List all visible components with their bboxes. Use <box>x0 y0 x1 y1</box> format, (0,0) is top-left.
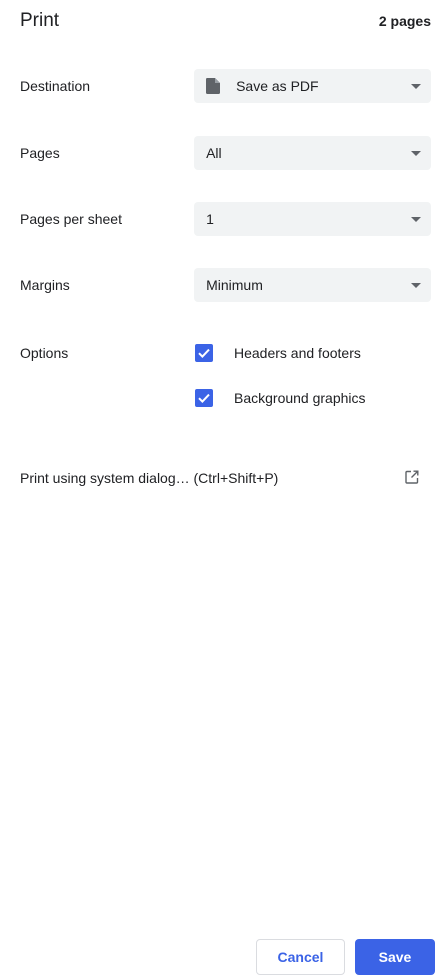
headers-footers-checkbox[interactable] <box>195 344 213 362</box>
pages-value: All <box>206 145 222 161</box>
cancel-button[interactable]: Cancel <box>256 939 345 975</box>
page-count: 2 pages <box>378 13 431 29</box>
chevron-down-icon <box>411 84 421 89</box>
options-checkboxes: Headers and footers Background graphics <box>195 341 366 410</box>
background-graphics-label: Background graphics <box>234 390 366 406</box>
chevron-down-icon <box>411 151 421 156</box>
file-icon <box>206 78 221 94</box>
open-in-new-icon <box>405 470 419 487</box>
margins-value: Minimum <box>206 277 263 293</box>
save-button[interactable]: Save <box>355 939 435 975</box>
destination-row: Destination Save as PDF <box>20 69 431 103</box>
print-header: Print 2 pages <box>20 8 431 34</box>
margins-select[interactable]: Minimum <box>194 268 431 302</box>
headers-footers-label: Headers and footers <box>234 345 361 361</box>
dialog-footer: Cancel Save <box>256 939 435 975</box>
margins-row: Margins Minimum <box>20 268 431 302</box>
system-dialog-label: Print using system dialog… (Ctrl+Shift+P… <box>20 470 279 486</box>
check-icon <box>198 393 210 404</box>
destination-label: Destination <box>20 78 91 94</box>
background-graphics-option[interactable]: Background graphics <box>195 386 366 410</box>
options-label: Options <box>20 345 69 361</box>
destination-value: Save as PDF <box>236 78 319 94</box>
page-title: Print <box>20 10 60 31</box>
chevron-down-icon <box>411 283 421 288</box>
check-icon <box>198 348 210 359</box>
margins-label: Margins <box>20 277 70 293</box>
pages-per-sheet-value: 1 <box>206 211 214 227</box>
headers-footers-option[interactable]: Headers and footers <box>195 341 366 365</box>
pages-row: Pages All <box>20 136 431 170</box>
system-dialog-link[interactable]: Print using system dialog… (Ctrl+Shift+P… <box>20 467 419 489</box>
pages-label: Pages <box>20 145 60 161</box>
pages-per-sheet-label: Pages per sheet <box>20 211 122 227</box>
pages-select[interactable]: All <box>194 136 431 170</box>
background-graphics-checkbox[interactable] <box>195 389 213 407</box>
pages-per-sheet-select[interactable]: 1 <box>194 202 431 236</box>
chevron-down-icon <box>411 217 421 222</box>
destination-select[interactable]: Save as PDF <box>194 69 431 103</box>
pages-per-sheet-row: Pages per sheet 1 <box>20 202 431 236</box>
